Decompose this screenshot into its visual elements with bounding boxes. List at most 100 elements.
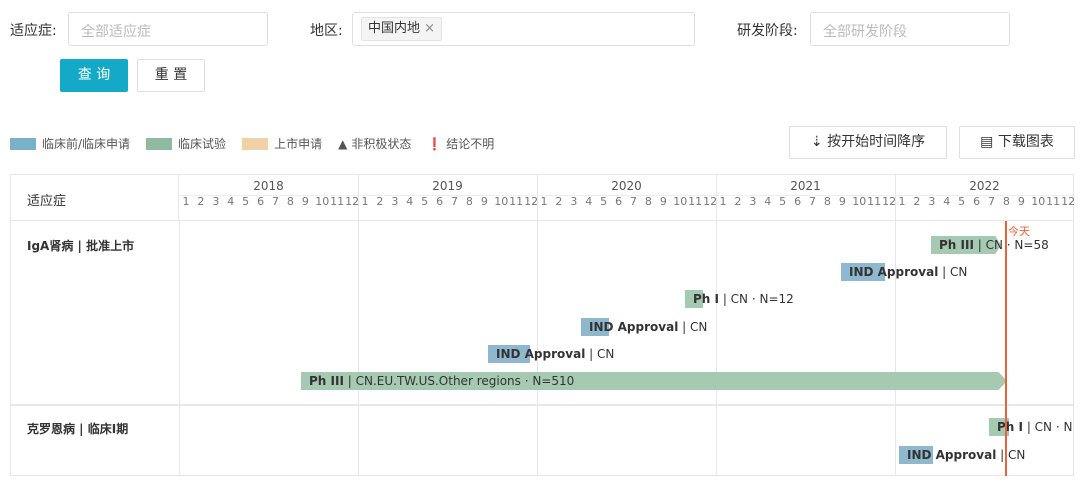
month-label: 6 bbox=[615, 195, 623, 208]
header-cell: 适应症 bbox=[11, 175, 179, 221]
today-line bbox=[1005, 221, 1007, 476]
month-label: 7 bbox=[451, 195, 458, 208]
month-label: 2 bbox=[913, 195, 921, 208]
month-label: 9 bbox=[838, 195, 846, 208]
bar-label: IND Approval | CN bbox=[907, 448, 1026, 462]
month-label: 11 bbox=[1046, 195, 1061, 208]
month-label: 4 bbox=[764, 195, 772, 208]
indication-placeholder: 全部适应症 bbox=[81, 24, 151, 40]
sort-button[interactable]: ⇣ 按开始时间降序 bbox=[789, 126, 947, 159]
month-label: 10 bbox=[1031, 195, 1046, 208]
month-label: 7 bbox=[630, 195, 637, 208]
month-label: 3 bbox=[212, 195, 220, 208]
year-gridline bbox=[895, 175, 896, 475]
indication-select[interactable]: 全部适应症 bbox=[68, 12, 268, 46]
bar-label: IND Approval | CN bbox=[849, 265, 968, 279]
month-label: 2 bbox=[197, 195, 205, 208]
stage-label: 研发阶段: bbox=[737, 23, 798, 39]
today-label: 今天 bbox=[1008, 225, 1030, 238]
legend-swatch bbox=[242, 137, 269, 150]
year-gridline bbox=[537, 175, 538, 475]
stage-placeholder: 全部研发阶段 bbox=[823, 24, 907, 40]
legend-item-clinical: 临床试验 bbox=[146, 135, 226, 152]
legend-label: 上市申请 bbox=[274, 137, 323, 151]
month-label: 7 bbox=[272, 195, 279, 208]
month-label: 5 bbox=[242, 195, 250, 208]
legend-label: 结论不明 bbox=[446, 137, 495, 151]
month-label: 1 bbox=[182, 195, 190, 208]
month-label: 1 bbox=[540, 195, 548, 208]
month-label: 9 bbox=[659, 195, 667, 208]
triangle-icon: ▲ bbox=[338, 136, 348, 151]
legend-item-inactive: ▲ 非积极状态 bbox=[338, 135, 411, 152]
chart-icon: ▤ bbox=[980, 134, 998, 150]
sort-icon: ⇣ bbox=[810, 134, 828, 150]
month-label: 8 bbox=[644, 195, 652, 208]
month-label: 10 bbox=[315, 195, 330, 208]
month-label: 4 bbox=[406, 195, 414, 208]
row-label[interactable]: IgA肾病 | 批准上市 bbox=[27, 237, 134, 254]
month-label: 8 bbox=[286, 195, 294, 208]
year-label: 2022 bbox=[969, 179, 1000, 193]
bar-label: IND Approval | CN bbox=[589, 320, 708, 334]
year-label: 2020 bbox=[611, 179, 642, 193]
stage-select[interactable]: 全部研发阶段 bbox=[810, 12, 1010, 46]
month-label: 12 bbox=[882, 195, 897, 208]
month-label: 11 bbox=[867, 195, 882, 208]
region-select[interactable]: 中国内地 × bbox=[352, 12, 695, 46]
download-button[interactable]: ▤ 下载图表 bbox=[959, 126, 1075, 159]
month-label: 6 bbox=[257, 195, 265, 208]
month-label: 5 bbox=[779, 195, 787, 208]
query-button[interactable]: 查 询 bbox=[60, 59, 128, 92]
month-label: 8 bbox=[465, 195, 473, 208]
month-label: 10 bbox=[494, 195, 509, 208]
legend-label: 临床前/临床申请 bbox=[42, 137, 131, 151]
legend-item-unclear: ❗ 结论不明 bbox=[427, 135, 494, 152]
month-label: 9 bbox=[1017, 195, 1025, 208]
reset-button[interactable]: 重 置 bbox=[137, 59, 205, 92]
month-label: 12 bbox=[524, 195, 539, 208]
month-label: 2 bbox=[555, 195, 563, 208]
month-label: 5 bbox=[421, 195, 429, 208]
month-label: 4 bbox=[585, 195, 593, 208]
legend-item-market: 上市申请 bbox=[242, 135, 322, 152]
month-label: 1 bbox=[898, 195, 906, 208]
month-label: 5 bbox=[600, 195, 608, 208]
month-label: 10 bbox=[673, 195, 688, 208]
year-label: 2018 bbox=[253, 179, 284, 193]
row-label[interactable]: 克罗恩病 | 临床I期 bbox=[27, 420, 128, 437]
download-label: 下载图表 bbox=[997, 134, 1054, 150]
sort-label: 按开始时间降序 bbox=[827, 134, 926, 150]
region-tag[interactable]: 中国内地 × bbox=[361, 17, 443, 41]
month-label: 6 bbox=[973, 195, 981, 208]
month-label: 1 bbox=[719, 195, 727, 208]
month-label: 3 bbox=[570, 195, 578, 208]
month-label: 10 bbox=[852, 195, 867, 208]
month-label: 8 bbox=[1002, 195, 1010, 208]
bar-label: IND Approval | CN bbox=[496, 347, 615, 361]
region-label: 地区: bbox=[310, 23, 343, 39]
bar-label: Ph I | CN · N bbox=[997, 420, 1073, 434]
column-header: 适应症 bbox=[27, 194, 67, 209]
legend: 临床前/临床申请 临床试验 上市申请 ▲ 非积极状态 ❗ 结论不明 bbox=[10, 135, 494, 152]
month-label: 11 bbox=[330, 195, 345, 208]
bar-label: Ph I | CN · N=12 bbox=[693, 292, 794, 306]
month-label: 5 bbox=[958, 195, 966, 208]
indication-label: 适应症: bbox=[10, 23, 57, 39]
month-label: 7 bbox=[809, 195, 816, 208]
legend-swatch bbox=[10, 137, 36, 150]
year-label: 2021 bbox=[790, 179, 821, 193]
month-label: 2 bbox=[734, 195, 742, 208]
month-label: 6 bbox=[436, 195, 444, 208]
month-label: 8 bbox=[823, 195, 831, 208]
alert-circle-icon: ❗ bbox=[427, 136, 443, 151]
month-label: 4 bbox=[227, 195, 235, 208]
timeline-header: 2018 2019 2020 2021 2022 1 2 3 4 5 6 7 8 9 10 11 12… bbox=[179, 175, 1075, 221]
gantt-chart: 适应症 2018 2019 2020 2021 2022 1 2 3 4 5 6 7 8 9 10… bbox=[10, 174, 1075, 476]
close-icon[interactable]: × bbox=[424, 21, 435, 36]
month-label: 12 bbox=[345, 195, 360, 208]
month-label: 1 bbox=[361, 195, 369, 208]
month-label: 2 bbox=[376, 195, 384, 208]
year-label: 2019 bbox=[432, 179, 463, 193]
legend-label: 临床试验 bbox=[178, 137, 227, 151]
